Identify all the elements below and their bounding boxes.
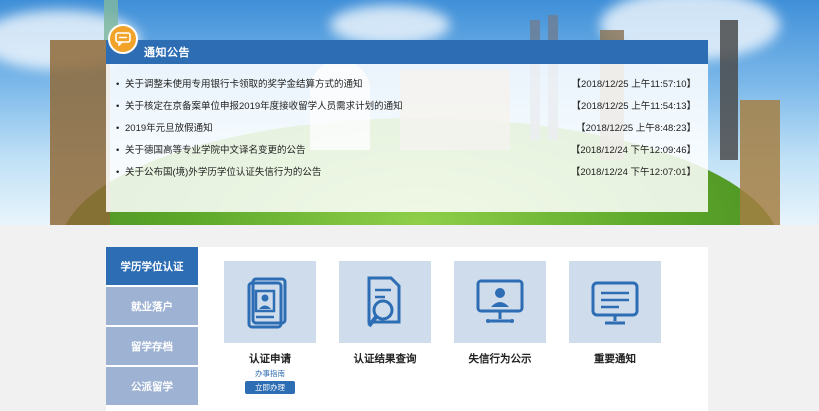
notice-item[interactable]: • 关于德国高等专业学院中文译名变更的公告 【2018/12/24 下午12:0… <box>106 140 708 162</box>
bullet: • <box>116 79 120 90</box>
notice-header: 通知公告 <box>106 24 708 64</box>
notice-board-icon <box>591 281 639 325</box>
notice-item[interactable]: • 关于核定在京备案单位申报2019年度接收留学人员需求计划的通知 【2018/… <box>106 96 708 118</box>
notice-date: 【2018/12/24 下午12:07:01】 <box>570 167 696 178</box>
bullet: • <box>116 101 120 112</box>
notice-date: 【2018/12/24 下午12:09:46】 <box>570 145 696 156</box>
apply-now-button[interactable]: 立即办理 <box>245 381 295 394</box>
card-icon-box[interactable] <box>569 261 661 343</box>
cloud <box>330 5 450 45</box>
notice-list: • 关于调整未使用专用银行卡领取的奖学金结算方式的通知 【2018/12/25 … <box>106 74 708 184</box>
card-label[interactable]: 认证结果查询 <box>339 351 431 366</box>
notice-link[interactable]: 关于公布国(境)外学历学位认证失信行为的公告 <box>125 162 321 184</box>
service-sidebar: 学历学位认证 就业落户 留学存档 公派留学 <box>106 247 198 407</box>
bullet: • <box>116 145 120 156</box>
notice-item[interactable]: • 关于调整未使用专用银行卡领取的奖学金结算方式的通知 【2018/12/25 … <box>106 74 708 96</box>
card-label[interactable]: 失信行为公示 <box>454 351 546 366</box>
bullet: • <box>116 167 120 178</box>
card-result-query[interactable]: 认证结果查询 <box>339 261 431 366</box>
tab-study-archive[interactable]: 留学存档 <box>106 327 198 365</box>
card-dishonesty-disclosure[interactable]: 失信行为公示 <box>454 261 546 366</box>
card-label[interactable]: 重要通知 <box>569 351 661 366</box>
notice-link[interactable]: 关于德国高等专业学院中文译名变更的公告 <box>125 140 306 162</box>
service-panel: 学历学位认证 就业落户 留学存档 公派留学 认证申请 办事指南 立即办理 认证结… <box>106 247 708 411</box>
card-icon-box[interactable] <box>454 261 546 343</box>
notice-date: 【2018/12/25 上午11:57:10】 <box>571 79 696 90</box>
tab-government-sponsored[interactable]: 公派留学 <box>106 367 198 405</box>
card-icon-box[interactable] <box>339 261 431 343</box>
notice-item[interactable]: • 关于公布国(境)外学历学位认证失信行为的公告 【2018/12/24 下午1… <box>106 162 708 184</box>
castle-silhouette <box>50 40 110 225</box>
notice-title: 通知公告 <box>144 47 190 59</box>
guide-link[interactable]: 办事指南 <box>224 368 316 379</box>
card-label[interactable]: 认证申请 <box>224 351 316 366</box>
notice-item[interactable]: • 2019年元旦放假通知 【2018/12/25 上午8:48:23】 <box>106 118 708 140</box>
card-important-notice[interactable]: 重要通知 <box>569 261 661 366</box>
eiffel-silhouette <box>720 20 738 160</box>
tab-degree-certification[interactable]: 学历学位认证 <box>106 247 198 285</box>
id-card-icon <box>247 277 287 329</box>
notice-link[interactable]: 关于调整未使用专用银行卡领取的奖学金结算方式的通知 <box>125 74 363 96</box>
card-icon-box[interactable] <box>224 261 316 343</box>
document-search-icon <box>367 276 401 328</box>
notice-link[interactable]: 2019年元旦放假通知 <box>125 118 213 140</box>
monitor-user-icon <box>476 279 524 323</box>
cathedral-silhouette <box>740 100 780 225</box>
notice-date: 【2018/12/25 上午8:48:23】 <box>576 123 696 134</box>
tab-employment-settlement[interactable]: 就业落户 <box>106 287 198 325</box>
bullet: • <box>116 123 120 134</box>
notice-date: 【2018/12/25 上午11:54:13】 <box>571 101 696 112</box>
card-certification-apply[interactable]: 认证申请 办事指南 立即办理 <box>224 261 316 394</box>
notice-link[interactable]: 关于核定在京备案单位申报2019年度接收留学人员需求计划的通知 <box>125 96 403 118</box>
chat-bubble-icon <box>108 24 138 54</box>
notice-panel: 通知公告 • 关于调整未使用专用银行卡领取的奖学金结算方式的通知 【2018/1… <box>106 24 708 212</box>
